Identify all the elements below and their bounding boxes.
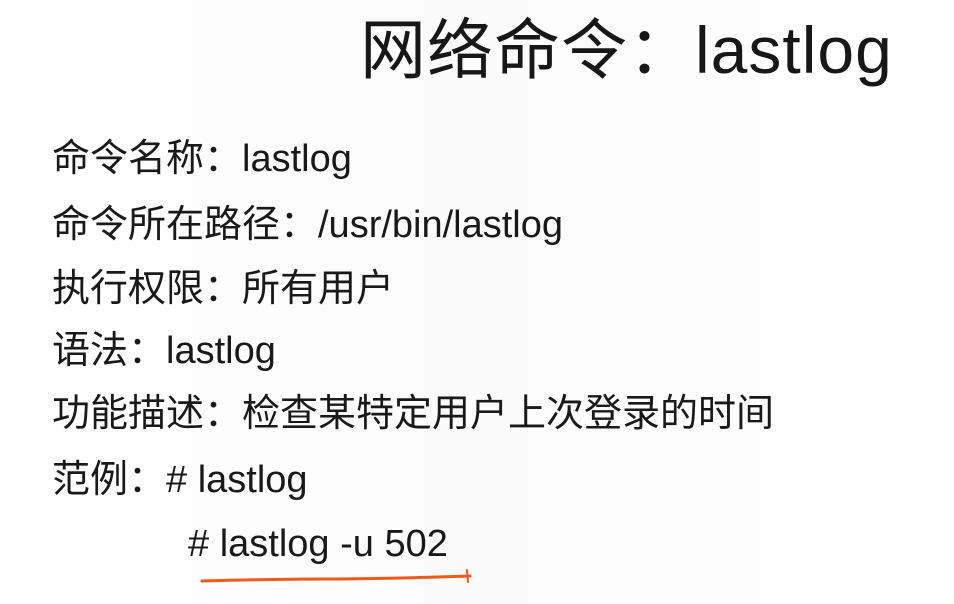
red-underline-annotation (200, 569, 472, 583)
underline-stroke (200, 574, 472, 583)
slide-title: 网络命令：lastlog (360, 13, 893, 87)
slide-canvas: 网络命令：lastlog 命令名称：lastlog 命令所在路径：/usr/bi… (0, 0, 954, 604)
syntax-line: 语法：lastlog (52, 330, 276, 372)
command-path-line: 命令所在路径：/usr/bin/lastlog (52, 204, 564, 246)
function-description-line: 功能描述：检查某特定用户上次登录的时间 (52, 393, 775, 435)
execution-permission-line: 执行权限：所有用户 (52, 268, 395, 310)
example-line: 范例：# lastlog (52, 459, 308, 501)
command-name-line: 命令名称：lastlog (52, 138, 352, 180)
underline-tick (466, 569, 469, 583)
